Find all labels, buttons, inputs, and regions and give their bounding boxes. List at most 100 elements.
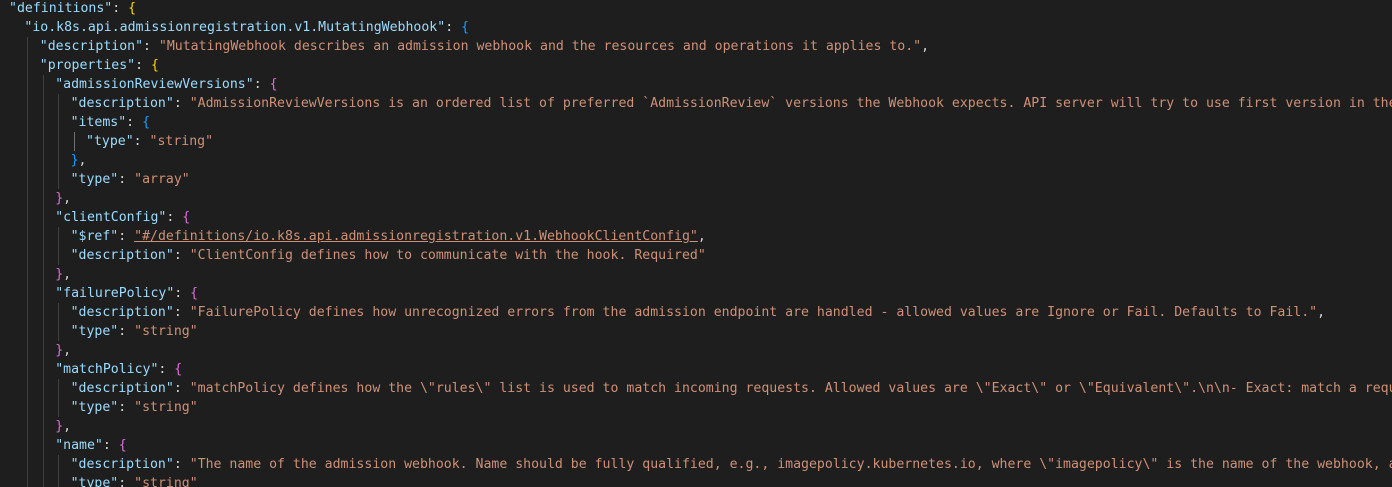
colon: : bbox=[445, 20, 462, 35]
opening-brace: { bbox=[182, 210, 191, 225]
json-string-value: "MutatingWebhook describes an admission … bbox=[158, 39, 922, 54]
indent-guide bbox=[42, 246, 44, 265]
indent-guide bbox=[42, 455, 44, 474]
code-line[interactable]: }, bbox=[55, 265, 71, 284]
code-line[interactable]: "description": "ClientConfig defines how… bbox=[71, 246, 706, 265]
opening-brace: { bbox=[269, 77, 278, 92]
indent-guide bbox=[42, 417, 44, 436]
colon: : bbox=[118, 324, 135, 339]
indent-guide bbox=[27, 436, 29, 455]
json-string-value: "ClientConfig defines how to communicate… bbox=[189, 248, 706, 263]
opening-brace: { bbox=[461, 20, 470, 35]
code-line[interactable]: "name": { bbox=[55, 436, 126, 455]
json-key: "description" bbox=[70, 457, 174, 472]
code-line[interactable]: }, bbox=[55, 341, 71, 360]
indent-guide bbox=[58, 398, 60, 417]
indent-guide bbox=[42, 398, 44, 417]
code-line[interactable]: }, bbox=[55, 417, 71, 436]
comma: , bbox=[697, 229, 706, 244]
indent-guide bbox=[27, 132, 29, 151]
colon: : bbox=[112, 1, 129, 16]
indent-guide bbox=[27, 379, 29, 398]
indent-guide bbox=[27, 75, 29, 94]
colon: : bbox=[174, 286, 191, 301]
indent-guide bbox=[58, 322, 60, 341]
code-line[interactable]: "description": "MutatingWebhook describe… bbox=[40, 37, 929, 56]
indent-guide bbox=[58, 151, 60, 170]
closing-brace: } bbox=[55, 343, 64, 358]
indent-guide bbox=[27, 284, 29, 303]
indent-guide bbox=[42, 360, 44, 379]
comma: , bbox=[63, 343, 72, 358]
indent-guide bbox=[27, 341, 29, 360]
json-key: "description" bbox=[39, 39, 144, 54]
code-line[interactable]: "io.k8s.api.admissionregistration.v1.Mut… bbox=[24, 18, 469, 37]
colon: : bbox=[158, 362, 175, 377]
indent-guide bbox=[27, 360, 29, 379]
code-line[interactable]: "description": "AdmissionReviewVersions … bbox=[71, 94, 1392, 113]
colon: : bbox=[118, 172, 135, 187]
code-line[interactable]: "description": "The name of the admissio… bbox=[71, 455, 1392, 474]
json-key: "description" bbox=[70, 96, 174, 111]
json-key: "items" bbox=[70, 115, 127, 130]
json-key: "type" bbox=[70, 172, 119, 187]
code-line[interactable]: "type": "string" bbox=[86, 132, 213, 151]
closing-brace: } bbox=[70, 153, 79, 168]
code-line[interactable]: "type": "string" bbox=[71, 398, 198, 417]
json-string-value: "The name of the admission webhook. Name… bbox=[189, 457, 1392, 472]
code-line[interactable]: "$ref": "#/definitions/io.k8s.api.admiss… bbox=[71, 227, 706, 246]
indent-guide bbox=[58, 303, 60, 322]
code-line[interactable]: "type": "array" bbox=[71, 170, 190, 189]
json-key: "$ref" bbox=[70, 229, 119, 244]
code-line[interactable]: }, bbox=[71, 151, 87, 170]
json-key: "name" bbox=[55, 438, 103, 453]
indent-guide bbox=[42, 151, 44, 170]
ref-link[interactable]: "#/definitions/io.k8s.api.admissionregis… bbox=[134, 229, 698, 244]
json-key: "type" bbox=[70, 476, 119, 487]
json-key: "definitions" bbox=[9, 1, 113, 16]
indent-guide bbox=[42, 189, 44, 208]
json-key: "description" bbox=[70, 381, 174, 396]
indent-guide bbox=[42, 303, 44, 322]
indent-guide bbox=[27, 265, 29, 284]
code-line[interactable]: "matchPolicy": { bbox=[55, 360, 182, 379]
json-key: "type" bbox=[70, 324, 119, 339]
indent-guide bbox=[27, 37, 29, 56]
indent-guide bbox=[58, 379, 60, 398]
indent-guide bbox=[58, 132, 60, 151]
colon: : bbox=[166, 210, 183, 225]
comma: , bbox=[921, 39, 930, 54]
code-line[interactable]: "failurePolicy": { bbox=[55, 284, 198, 303]
json-string-value: "string" bbox=[134, 324, 198, 339]
closing-brace: } bbox=[55, 267, 64, 282]
indent-guide bbox=[58, 113, 60, 132]
json-key: "clientConfig" bbox=[55, 210, 167, 225]
json-string-value: "string" bbox=[149, 134, 214, 149]
code-line[interactable]: "type": "string" bbox=[71, 322, 198, 341]
code-line[interactable]: "clientConfig": { bbox=[55, 208, 190, 227]
opening-brace: { bbox=[150, 58, 159, 73]
code-line[interactable]: }, bbox=[55, 189, 71, 208]
json-key: "type" bbox=[86, 134, 134, 149]
opening-brace: { bbox=[174, 362, 183, 377]
code-line[interactable]: "admissionReviewVersions": { bbox=[55, 75, 277, 94]
code-line[interactable]: "definitions": { bbox=[9, 0, 136, 18]
code-line[interactable]: "items": { bbox=[71, 113, 150, 132]
code-line[interactable]: "description": "matchPolicy defines how … bbox=[71, 379, 1392, 398]
indent-guide bbox=[42, 75, 44, 94]
code-line[interactable]: "type": "string" bbox=[71, 474, 198, 487]
indent-guide bbox=[42, 94, 44, 113]
code-line[interactable]: "properties": { bbox=[40, 56, 159, 75]
opening-brace: { bbox=[128, 1, 137, 16]
indent-guide bbox=[27, 56, 29, 75]
json-string-value: "string" bbox=[134, 400, 198, 415]
code-editor[interactable]: "definitions": { "io.k8s.api.admissionreg… bbox=[0, 0, 1392, 487]
indent-guide bbox=[42, 436, 44, 455]
json-key: "io.k8s.api.admissionregistration.v1.Mut… bbox=[24, 20, 446, 35]
json-key: "type" bbox=[70, 400, 119, 415]
indent-guide bbox=[42, 208, 44, 227]
colon: : bbox=[135, 58, 151, 73]
indent-guide bbox=[58, 227, 60, 246]
indent-guide bbox=[27, 417, 29, 436]
code-line[interactable]: "description": "FailurePolicy defines ho… bbox=[71, 303, 1325, 322]
